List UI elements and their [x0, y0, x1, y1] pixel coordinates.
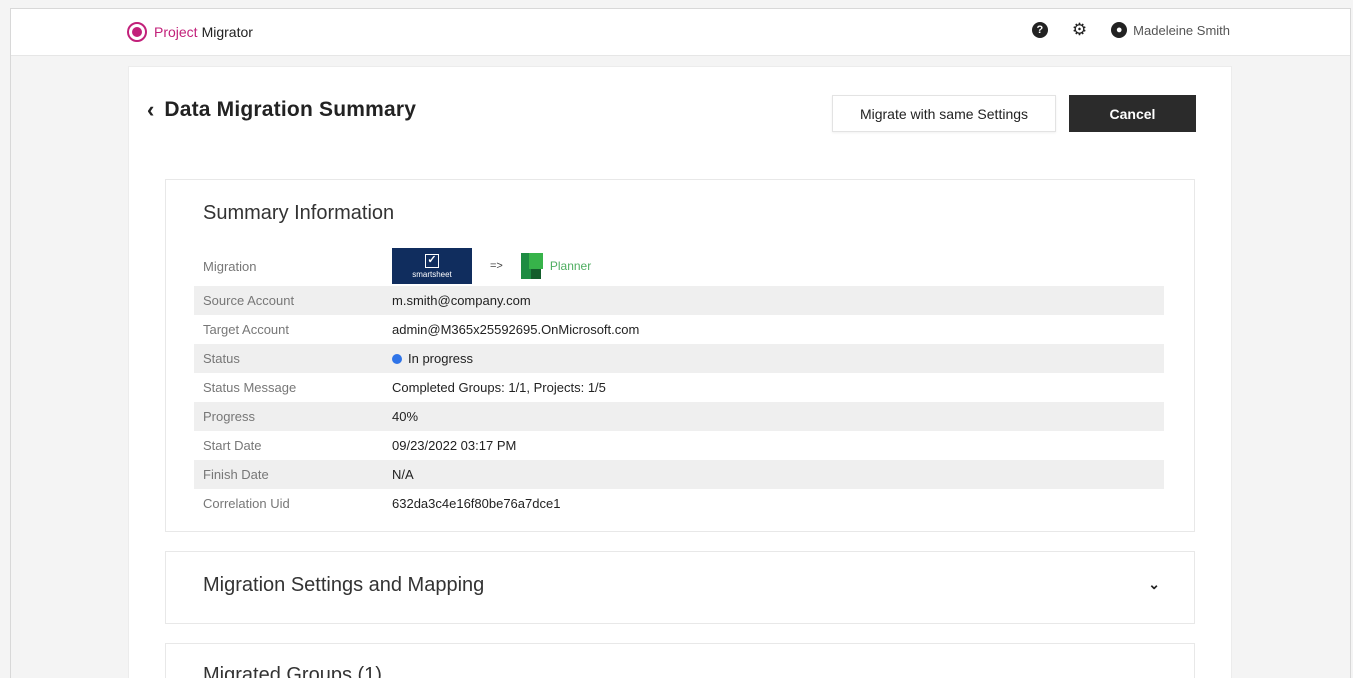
brand-name-part1: Project	[154, 24, 198, 40]
migration-arrow: =>	[490, 260, 503, 272]
row-label: Status Message	[203, 380, 297, 395]
row-value: m.smith@company.com	[392, 293, 531, 308]
table-row: Source Account m.smith@company.com	[194, 286, 1164, 315]
brand[interactable]: Project Migrator	[127, 22, 253, 42]
table-row: Status In progress	[194, 344, 1164, 373]
table-row: Start Date 09/23/2022 03:17 PM	[194, 431, 1164, 460]
migration-row: Migration ✓ smartsheet => Planner	[194, 246, 1164, 286]
summary-information-card: Summary Information Migration ✓ smartshe…	[165, 179, 1195, 532]
row-value: 09/23/2022 03:17 PM	[392, 438, 517, 453]
project-migrator-logo-icon	[127, 22, 147, 42]
table-row: Target Account admin@M365x25592695.OnMic…	[194, 315, 1164, 344]
user-name: Madeleine Smith	[1133, 22, 1230, 38]
page-title: Data Migration Summary	[164, 98, 417, 121]
planner-logo: Planner	[520, 253, 592, 279]
planner-name: Planner	[549, 259, 592, 273]
smartsheet-check-icon: ✓	[425, 253, 439, 268]
row-value: admin@M365x25592695.OnMicrosoft.com	[392, 322, 640, 337]
row-value: 40%	[392, 409, 419, 424]
row-label: Progress	[203, 409, 256, 424]
status-value: In progress	[392, 351, 473, 366]
user-avatar-icon: ●	[1111, 22, 1128, 38]
chevron-down-icon[interactable]: ⌄	[1148, 576, 1160, 593]
smartsheet-logo: ✓ smartsheet	[392, 248, 472, 284]
migration-settings-title: Migration Settings and Mapping	[203, 574, 485, 596]
planner-icon	[520, 253, 543, 279]
table-row: Progress 40%	[194, 402, 1164, 431]
migration-settings-section[interactable]: Migration Settings and Mapping ⌄	[165, 551, 1195, 624]
header-actions: ? ⚙ ● Madeleine Smith	[1031, 21, 1230, 38]
table-row: Correlation Uid 632da3c4e16f80be76a7dce1	[194, 489, 1164, 518]
migration-value: ✓ smartsheet => Planner	[392, 248, 591, 284]
row-label: Correlation Uid	[203, 496, 290, 511]
cancel-button[interactable]: Cancel	[1069, 95, 1196, 132]
table-row: Status Message Completed Groups: 1/1, Pr…	[194, 373, 1164, 402]
row-label: Finish Date	[203, 467, 269, 482]
brand-name-part2: Migrator	[201, 24, 253, 40]
row-label: Source Account	[203, 293, 295, 308]
row-value: 632da3c4e16f80be76a7dce1	[392, 496, 561, 511]
row-label: Migration	[203, 258, 257, 274]
row-label: Target Account	[203, 322, 289, 337]
gear-icon[interactable]: ⚙	[1072, 21, 1087, 38]
app-window: Project Migrator ? ⚙ ● Madeleine Smith ‹…	[10, 8, 1351, 678]
user-menu[interactable]: ● Madeleine Smith	[1111, 22, 1230, 38]
migrate-with-same-settings-button[interactable]: Migrate with same Settings	[832, 95, 1056, 132]
summary-page: ‹ Data Migration Summary Migrate with sa…	[128, 66, 1232, 678]
row-label: Start Date	[203, 438, 262, 453]
status-dot-icon	[392, 353, 402, 364]
back-chevron-icon[interactable]: ‹	[147, 97, 154, 123]
migrated-groups-title: Migrated Groups (1)	[203, 664, 382, 678]
summary-information-title: Summary Information	[203, 202, 395, 224]
row-label: Status	[203, 351, 240, 366]
help-icon[interactable]: ?	[1031, 22, 1048, 38]
summary-table: Migration ✓ smartsheet => Planner Source…	[194, 246, 1164, 518]
table-row: Finish Date N/A	[194, 460, 1164, 489]
row-value: Completed Groups: 1/1, Projects: 1/5	[392, 380, 606, 395]
smartsheet-logo-text: smartsheet	[412, 269, 452, 279]
page-header: ‹ Data Migration Summary	[147, 97, 416, 123]
migrated-groups-section[interactable]: Migrated Groups (1)	[165, 643, 1195, 678]
row-value: N/A	[392, 467, 414, 482]
status-text: In progress	[408, 351, 474, 366]
top-bar: Project Migrator ? ⚙ ● Madeleine Smith	[11, 9, 1350, 56]
